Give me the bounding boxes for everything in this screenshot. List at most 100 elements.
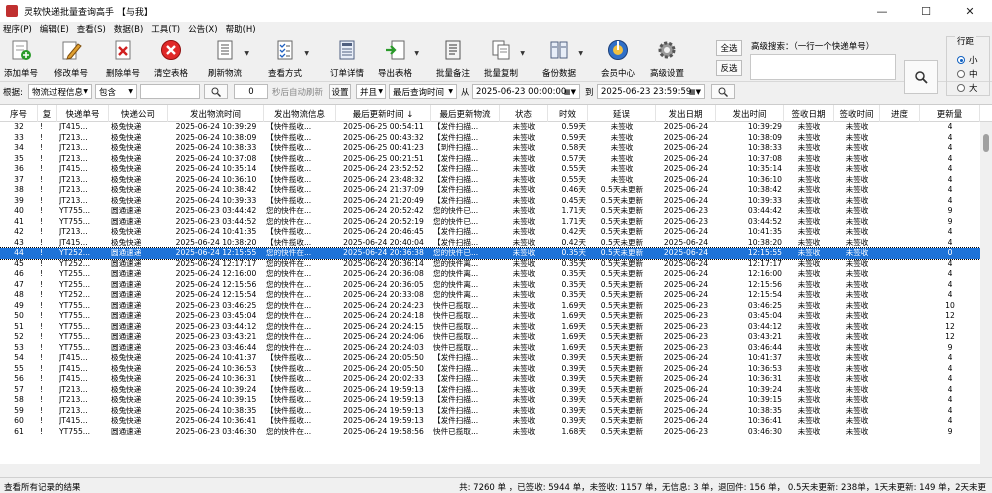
table-row[interactable]: 41! YT755... 圆通速递 2025-06-23 03:44:52 您的快件在.… (0, 217, 980, 228)
filter-field-select[interactable]: 物流过程信息 ▼ (28, 84, 92, 99)
invert-selection-button[interactable]: 反选 (716, 60, 742, 76)
column-header-ship-time[interactable]: 发出物流时间 (168, 105, 264, 122)
column-header-last-update-time[interactable]: 最后更新时间 ↓ (336, 105, 431, 122)
export-table-button[interactable]: 导出表格 ▼ (378, 38, 419, 79)
select-all-button[interactable]: 全选 (716, 40, 742, 56)
table-row[interactable]: 46! YT255... 圆通速递 2025-06-24 12:16:00 您的快件在.… (0, 269, 980, 280)
time-field-select[interactable]: 最后查询时间 ▼ (389, 84, 457, 99)
cell-ship-clock: 12:17:17 (747, 258, 782, 268)
vertical-scrollbar[interactable] (980, 122, 992, 465)
column-header-ship-date[interactable]: 发出日期 (656, 105, 716, 122)
table-row[interactable]: 59! JT213... 极兔快递 2025-06-24 10:38:35 【快件揽收.… (0, 406, 980, 417)
view-mode-button[interactable]: 查看方式 ▼ (268, 38, 309, 79)
menu-edit[interactable]: 编辑(E) (40, 23, 69, 35)
table-row[interactable]: 49! YT755... 圆通速递 2025-06-23 03:46:25 您的快件在.… (0, 301, 980, 312)
clear-table-button[interactable]: 清空表格 (154, 38, 188, 79)
member-center-button[interactable]: 会员中心 (601, 38, 635, 79)
cell-index: 40 (14, 206, 24, 215)
table-row[interactable]: 47! YT255... 圆通速递 2025-06-24 12:15:56 您的快件在.… (0, 280, 980, 291)
table-row[interactable]: 52! YT755... 圆通速递 2025-06-23 03:43:21 您的快件在.… (0, 332, 980, 343)
table-row[interactable]: 55! JT415... 极兔快递 2025-06-24 10:36:53 【快件揽收.… (0, 364, 980, 375)
refresh-seconds-input[interactable]: 0 (234, 84, 268, 99)
row-height-small[interactable]: 小 (957, 54, 978, 66)
edit-number-button[interactable]: 修改单号 (54, 38, 88, 79)
table-row[interactable]: 44! YT252... 圆通速递 2025-06-24 12:15:55 您的快件在.… (0, 247, 981, 260)
table-row[interactable]: 42! JT213... 极兔快递 2025-06-24 10:41:35 【快件揽收.… (0, 227, 980, 238)
table-row[interactable]: 61! YT755... 圆通速递 2025-06-23 03:46:30 您的快件在.… (0, 427, 980, 438)
dropdown-arrow-icon[interactable]: ▼ (578, 50, 583, 57)
dropdown-arrow-icon[interactable]: ▼ (244, 50, 249, 57)
column-header-index[interactable]: 序号 (0, 105, 38, 122)
start-date-input[interactable]: 2025-06-23 00:00:00 ▦▼ (472, 84, 580, 99)
table-row[interactable]: 48! YT252... 圆通速递 2025-06-24 12:15:54 您的快件在.… (0, 290, 980, 301)
scrollbar-thumb[interactable] (983, 134, 989, 152)
advanced-search-button[interactable] (904, 60, 938, 94)
filter-keyword-input[interactable] (140, 84, 200, 99)
menu-notice[interactable]: 公告(X) (188, 23, 217, 35)
cell-duration: 1.71天 (561, 206, 586, 215)
column-header-progress[interactable]: 进度 (880, 105, 920, 122)
table-row[interactable]: 51! YT755... 圆通速递 2025-06-23 03:44:12 您的快件在.… (0, 322, 980, 333)
menu-help[interactable]: 帮助(H) (226, 23, 256, 35)
table-row[interactable]: 45! YT252... 圆通速递 2025-06-24 12:17:17 您的快件在.… (0, 259, 980, 270)
refresh-logistics-button[interactable]: 刷新物流 ▼ (208, 38, 249, 79)
column-header-duration[interactable]: 时效 (548, 105, 588, 122)
column-header-last-update-info[interactable]: 最后更新物流 (431, 105, 500, 122)
table-row[interactable]: 60! JT415... 极兔快递 2025-06-24 10:36:41 【快件揽收.… (0, 416, 980, 427)
filter-mode-select[interactable]: 包含 ▼ (95, 84, 137, 99)
cell-tracking-number: JT213... (59, 384, 88, 394)
column-header-ship-clock[interactable]: 发出时间 (716, 105, 784, 122)
table-row[interactable]: 38! JT213... 极兔快递 2025-06-24 10:38:42 【快件揽收.… (0, 185, 980, 196)
table-row[interactable]: 33! JT213... 极兔快递 2025-06-24 10:38:09 【快件揽收.… (0, 133, 980, 144)
table-row[interactable]: 40! YT755... 圆通速递 2025-06-23 03:44:42 您的快件在.… (0, 206, 980, 217)
column-header-sign-time[interactable]: 签收时间 (834, 105, 880, 122)
delete-number-button[interactable]: 删除单号 (106, 38, 140, 79)
row-height-medium[interactable]: 中 (957, 68, 978, 80)
table-row[interactable]: 35! JT213... 极兔快递 2025-06-24 10:37:08 【快件揽收.… (0, 154, 980, 165)
table-row[interactable]: 53! YT755... 圆通速递 2025-06-23 03:46:44 您的快件在.… (0, 343, 980, 354)
dropdown-arrow-icon[interactable]: ▼ (414, 50, 419, 57)
table-row[interactable]: 32! JT415... 极兔快递 2025-06-24 10:39:29 【快件揽收.… (0, 122, 980, 133)
column-header-flag[interactable]: 复 (38, 105, 57, 122)
advanced-settings-button[interactable]: 高级设置 (650, 38, 684, 79)
menu-data[interactable]: 数据(B) (114, 23, 143, 35)
column-header-update-count[interactable]: 更新量 (920, 105, 980, 122)
column-header-ship-info[interactable]: 发出物流信息 (264, 105, 336, 122)
menu-tools[interactable]: 工具(T) (151, 23, 180, 35)
backup-data-button[interactable]: 备份数据 ▼ (542, 38, 583, 79)
row-height-large[interactable]: 大 (957, 82, 978, 94)
column-header-courier[interactable]: 快递公司 (109, 105, 168, 122)
column-header-sign-date[interactable]: 签收日期 (784, 105, 834, 122)
advanced-search-input[interactable] (750, 54, 896, 80)
logic-select[interactable]: 并且 ▼ (356, 84, 386, 99)
table-row[interactable]: 34! JT213... 极兔快递 2025-06-24 10:38:33 【快件揽收.… (0, 143, 980, 154)
column-header-tracking-number[interactable]: 快递单号 (57, 105, 109, 122)
table-row[interactable]: 50! YT755... 圆通速递 2025-06-23 03:45:04 您的快件在.… (0, 311, 980, 322)
column-header-status[interactable]: 状态 (500, 105, 548, 122)
dropdown-arrow-icon[interactable]: ▼ (520, 50, 525, 57)
table-row[interactable]: 54! JT415... 极兔快递 2025-06-24 10:41:37 【快件揽收.… (0, 353, 980, 364)
maximize-button[interactable]: ☐ (904, 0, 948, 22)
table-row[interactable]: 56! JT415... 极兔快递 2025-06-24 10:36:31 【快件揽收.… (0, 374, 980, 385)
batch-copy-button[interactable]: 批量复制 ▼ (484, 38, 525, 79)
table-row[interactable]: 39! JT213... 极兔快递 2025-06-24 10:39:33 【快件揽收.… (0, 196, 980, 207)
date-search-button[interactable] (711, 84, 735, 99)
add-number-button[interactable]: 添加单号 (4, 38, 38, 79)
filter-search-button[interactable] (204, 84, 228, 99)
close-window-button[interactable]: ✕ (948, 0, 992, 22)
dropdown-arrow-icon[interactable]: ▼ (304, 50, 309, 57)
table-row[interactable]: 43! JT415... 极兔快递 2025-06-24 10:38:20 【快件揽收.… (0, 238, 980, 249)
cell-index: 52 (14, 332, 24, 341)
table-row[interactable]: 36! JT415... 极兔快递 2025-06-24 10:35:14 【快件揽收.… (0, 164, 980, 175)
order-detail-button[interactable]: 订单详情 (330, 38, 364, 79)
table-row[interactable]: 37! JT213... 极兔快递 2025-06-24 10:36:10 【快件揽收.… (0, 175, 980, 186)
column-header-delay[interactable]: 延误 (588, 105, 656, 122)
end-date-input[interactable]: 2025-06-23 23:59:59 ▦▼ (597, 84, 705, 99)
minimize-button[interactable]: — (860, 0, 904, 22)
batch-note-button[interactable]: 批量备注 (436, 38, 470, 79)
table-row[interactable]: 57! JT213... 极兔快递 2025-06-24 10:39:24 【快件揽收.… (0, 385, 980, 396)
auto-refresh-set-button[interactable]: 设置 (329, 84, 351, 99)
table-row[interactable]: 58! JT213... 极兔快递 2025-06-24 10:39:15 【快件揽收.… (0, 395, 980, 406)
menu-view[interactable]: 查看(S) (77, 23, 106, 35)
menu-program[interactable]: 程序(P) (3, 23, 32, 35)
